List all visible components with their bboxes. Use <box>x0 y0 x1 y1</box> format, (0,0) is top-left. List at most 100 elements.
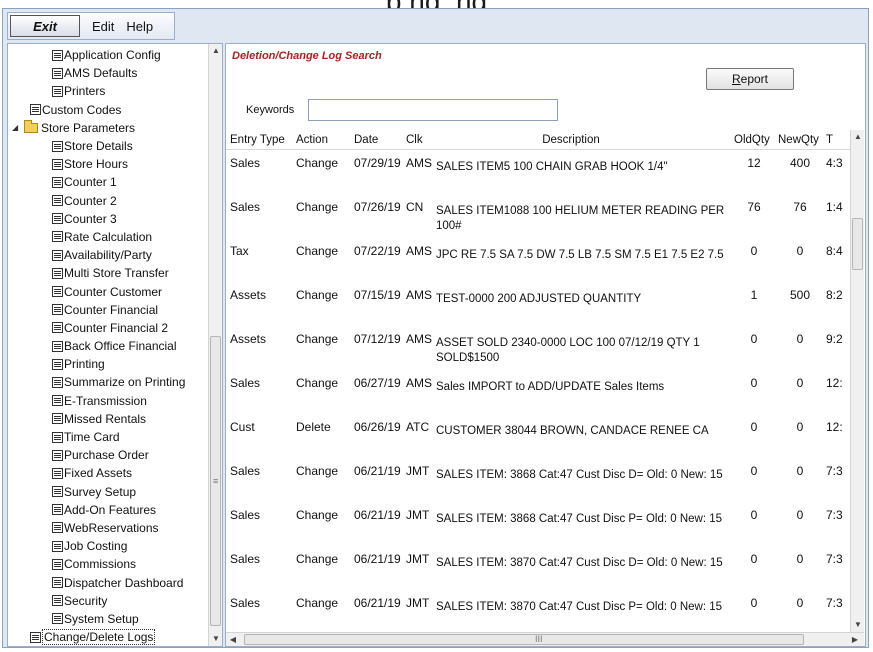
tree-item[interactable]: Survey Setup <box>8 483 210 501</box>
cell-clk: CN <box>406 200 424 214</box>
table-row[interactable]: Sales Change 06/21/19 JMT SALES ITEM: 3870 C… <box>226 548 850 592</box>
scroll-right-icon[interactable]: ▶ <box>848 633 862 647</box>
tree-item[interactable]: Availability/Party <box>8 246 210 264</box>
cell-time: 7:3 <box>826 596 843 610</box>
tree-item-label: Store Details <box>64 139 133 154</box>
tree-item[interactable]: Missed Rentals <box>8 410 210 428</box>
table-hscroll-thumb[interactable]: III <box>244 634 804 645</box>
cell-desc: SALES ITEM: 3870 Cat:47 Cust Disc P= Old… <box>436 601 723 613</box>
cell-old: 0 <box>750 596 758 610</box>
column-header[interactable]: Clk <box>406 134 434 146</box>
table-row[interactable]: Sales Change 06/21/19 JMT SALES ITEM: 3870 C… <box>226 592 850 632</box>
table-row[interactable]: Tax Change 07/22/19 AMS JPC RE 7.5 SA 7.5 DW… <box>226 240 850 284</box>
tree-item[interactable]: WebReservations <box>8 519 210 537</box>
document-icon <box>52 213 63 225</box>
tree-item[interactable]: Counter Customer <box>8 282 210 300</box>
tree-item[interactable]: Commissions <box>8 555 210 573</box>
tree-item[interactable]: Store Hours <box>8 155 210 173</box>
keywords-input[interactable] <box>308 99 558 121</box>
cell-time: 7:3 <box>826 552 843 566</box>
tree-item[interactable]: Rate Calculation <box>8 228 210 246</box>
tree-item[interactable]: Add-On Features <box>8 501 210 519</box>
document-icon <box>52 358 63 370</box>
column-header[interactable]: Date <box>354 134 404 146</box>
scroll-down-icon[interactable]: ▼ <box>209 632 222 646</box>
cell-action: Change <box>296 464 339 478</box>
table-row[interactable]: Sales Change 07/29/19 AMS SALES ITEM5 100 CH… <box>226 152 850 196</box>
cell-type: Sales <box>230 596 261 610</box>
tree-scroll-thumb[interactable]: ≡ <box>210 336 221 626</box>
tree-item[interactable]: Application Config <box>8 46 210 64</box>
cell-date: 06/21/19 <box>354 552 401 566</box>
menu-bar: Exit Edit Help <box>7 12 175 40</box>
column-header[interactable]: Action <box>296 134 352 146</box>
table-row[interactable]: Sales Change 06/21/19 JMT SALES ITEM: 3868 C… <box>226 504 850 548</box>
cell-desc: JPC RE 7.5 SA 7.5 DW 7.5 LB 7.5 SM 7.5 E… <box>436 249 724 261</box>
document-icon <box>52 413 63 425</box>
tree-item[interactable]: E-Transmission <box>8 392 210 410</box>
tree-item[interactable]: ◢ Store Parameters <box>8 119 210 137</box>
column-header[interactable]: OldQty <box>734 134 774 146</box>
tree-item[interactable]: Printers <box>8 82 210 100</box>
tree-item[interactable]: Fixed Assets <box>8 464 210 482</box>
grip-icon: III <box>535 634 543 644</box>
column-header[interactable]: Entry Type <box>230 134 294 146</box>
column-header[interactable]: Description <box>436 134 706 146</box>
column-header[interactable]: NewQty <box>778 134 822 146</box>
tree-item[interactable]: Custom Codes <box>8 101 210 119</box>
tree-item[interactable]: Counter 3 <box>8 210 210 228</box>
table-row[interactable]: Assets Change 07/12/19 AMS ASSET SOLD 2340-0… <box>226 328 850 372</box>
table-row[interactable]: Sales Change 06/27/19 AMS Sales IMPORT to AD… <box>226 372 850 416</box>
tree-item-label: Survey Setup <box>64 484 137 499</box>
tree-item[interactable]: Counter Financial 2 <box>8 319 210 337</box>
cell-new: 0 <box>796 420 804 434</box>
tree-item[interactable]: Summarize on Printing <box>8 373 210 391</box>
table-row[interactable]: Assets Change 07/15/19 AMS TEST-0000 200 ADJ… <box>226 284 850 328</box>
expand-arrow-icon[interactable]: ◢ <box>12 123 22 132</box>
tree-item[interactable]: Multi Store Transfer <box>8 264 210 282</box>
edit-menu[interactable]: Edit <box>92 19 114 34</box>
tree-item-label: E-Transmission <box>64 393 147 408</box>
document-icon <box>52 340 63 352</box>
table-row[interactable]: Sales Change 06/21/19 JMT SALES ITEM: 3868 C… <box>226 460 850 504</box>
cell-date: 07/12/19 <box>354 332 401 346</box>
cell-new: 76 <box>793 200 807 214</box>
scroll-up-icon[interactable]: ▲ <box>851 130 865 144</box>
column-header[interactable]: T <box>826 134 850 146</box>
scroll-down-icon[interactable]: ▼ <box>851 618 865 632</box>
tree-item[interactable]: Counter 1 <box>8 173 210 191</box>
scroll-left-icon[interactable]: ◀ <box>226 633 240 647</box>
tree-item[interactable]: Security <box>8 592 210 610</box>
tree-item[interactable]: Dispatcher Dashboard <box>8 573 210 591</box>
tree-item-label: Printers <box>64 84 106 99</box>
tree-item[interactable]: Change/Delete Logs <box>8 628 210 646</box>
tree-item[interactable]: Back Office Financial <box>8 337 210 355</box>
report-button[interactable]: Report <box>706 68 794 90</box>
cell-type: Tax <box>230 244 249 258</box>
cell-date: 07/22/19 <box>354 244 401 258</box>
tree-item[interactable]: AMS Defaults <box>8 64 210 82</box>
tree-item[interactable]: Job Costing <box>8 537 210 555</box>
table-vscrollbar[interactable]: ▲ ▼ <box>850 130 864 632</box>
cell-new: 0 <box>796 552 804 566</box>
cell-desc: SALES ITEM: 3870 Cat:47 Cust Disc D= Old… <box>436 557 723 569</box>
cell-new: 0 <box>796 596 804 610</box>
table-hscrollbar[interactable]: ◀ III ▶ <box>226 632 864 646</box>
tree-item[interactable]: Printing <box>8 355 210 373</box>
tree-scrollbar[interactable]: ▲ ≡ ▼ <box>208 44 222 646</box>
cell-date: 06/21/19 <box>354 508 401 522</box>
exit-button[interactable]: Exit <box>10 15 80 37</box>
tree-item[interactable]: Time Card <box>8 428 210 446</box>
tree-item[interactable]: Counter 2 <box>8 192 210 210</box>
tree-item[interactable]: Counter Financial <box>8 301 210 319</box>
tree-item[interactable]: System Setup <box>8 610 210 628</box>
table-row[interactable]: Sales Change 07/26/19 CN SALES ITEM1088 100 … <box>226 196 850 240</box>
cell-desc: SALES ITEM: 3868 Cat:47 Cust Disc P= Old… <box>436 513 723 525</box>
tree-item[interactable]: Store Details <box>8 137 210 155</box>
table-scroll-thumb[interactable] <box>852 218 863 270</box>
table-row[interactable]: Cust Delete 06/26/19 ATC CUSTOMER 38044 BROW… <box>226 416 850 460</box>
help-menu[interactable]: Help <box>126 19 153 34</box>
scroll-up-icon[interactable]: ▲ <box>209 44 222 58</box>
tree-item[interactable]: Purchase Order <box>8 446 210 464</box>
tree-item-label: Application Config <box>64 48 161 63</box>
